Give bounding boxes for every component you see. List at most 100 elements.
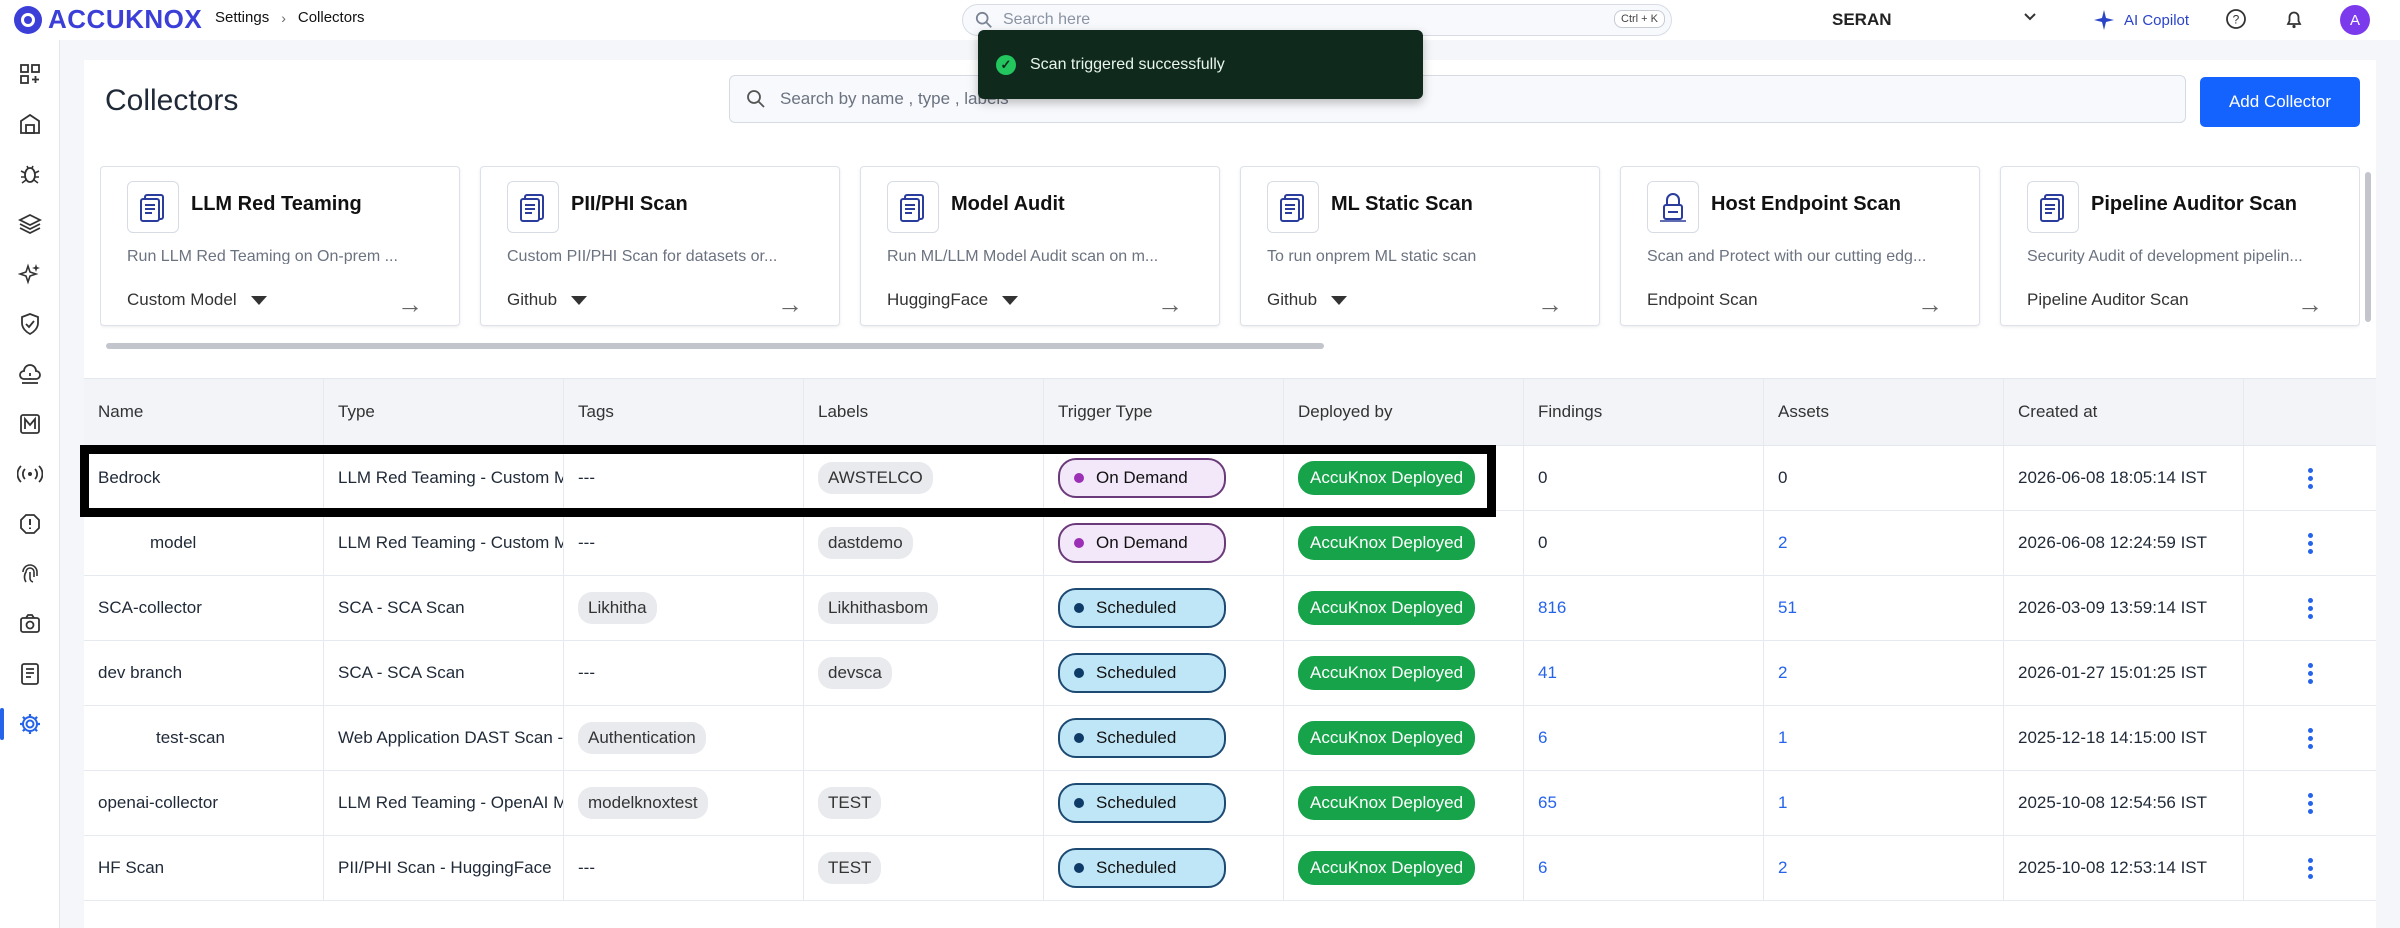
column-header-assets[interactable]: Assets <box>1764 379 2004 445</box>
card-source-select[interactable]: Custom Model <box>127 290 267 310</box>
card-pii-phi-scan[interactable]: PII/PHI Scan Custom PII/PHI Scan for dat… <box>480 166 840 326</box>
column-header-labels[interactable]: Labels <box>804 379 1044 445</box>
cell-deployed: AccuKnox Deployed <box>1284 446 1524 510</box>
cell-findings[interactable]: 816 <box>1524 576 1764 640</box>
cell-trigger: Scheduled <box>1044 706 1284 770</box>
cell-findings[interactable]: 6 <box>1524 836 1764 900</box>
scrollbar-thumb[interactable] <box>2365 172 2371 322</box>
card-host-endpoint-scan[interactable]: Host Endpoint Scan Scan and Protect with… <box>1620 166 1980 326</box>
card-select-value: Custom Model <box>127 290 237 309</box>
fingerprint-icon[interactable] <box>0 554 60 594</box>
carousel-scrollbar[interactable] <box>100 340 2360 352</box>
camera-icon[interactable] <box>0 604 60 644</box>
caret-down-icon <box>571 295 588 305</box>
column-header-findings[interactable]: Findings <box>1524 379 1764 445</box>
cell-assets[interactable]: 2 <box>1764 641 2004 705</box>
warning-icon[interactable] <box>0 504 60 544</box>
column-header-deployed-by[interactable]: Deployed by <box>1284 379 1524 445</box>
cell-labels: AWSTELCO <box>804 446 1044 510</box>
arrow-right-icon[interactable]: → <box>397 291 423 317</box>
cell-assets[interactable]: 1 <box>1764 706 2004 770</box>
card-source-select[interactable]: HuggingFace <box>887 290 1019 310</box>
bug-icon[interactable] <box>0 154 60 194</box>
table-row[interactable]: HF Scan PII/PHI Scan - HuggingFace --- T… <box>84 836 2376 901</box>
arrow-right-icon[interactable]: → <box>1157 291 1183 317</box>
report-icon[interactable] <box>0 654 60 694</box>
collector-search-input[interactable]: Search by name , type , labels <box>729 75 2186 123</box>
row-menu-button[interactable] <box>2244 511 2376 575</box>
cell-findings[interactable]: 41 <box>1524 641 1764 705</box>
trigger-label: Scheduled <box>1096 728 1177 747</box>
ai-copilot-button[interactable]: AI Copilot <box>2092 8 2189 32</box>
add-collector-button[interactable]: Add Collector <box>2200 77 2360 127</box>
card-llm-red-teaming[interactable]: LLM Red Teaming Run LLM Red Teaming on O… <box>100 166 460 326</box>
trigger-label: Scheduled <box>1096 858 1177 877</box>
document-icon <box>127 181 179 233</box>
label-chip: AWSTELCO <box>818 462 933 494</box>
cell-assets[interactable]: 2 <box>1764 511 2004 575</box>
accuknox-logo[interactable]: ACCUKNOX <box>14 4 202 35</box>
panel-scrollbar[interactable] <box>2364 170 2372 335</box>
column-header-name[interactable]: Name <box>84 379 324 445</box>
card-description: Custom PII/PHI Scan for datasets or... <box>507 248 778 264</box>
dashboard-icon[interactable] <box>0 54 60 94</box>
shield-check-icon[interactable] <box>0 304 60 344</box>
cell-name: SCA-collector <box>84 576 324 640</box>
table-row[interactable]: model LLM Red Teaming - Custom Mo --- da… <box>84 511 2376 576</box>
more-vertical-icon <box>2307 857 2313 879</box>
card-source-select[interactable]: Github <box>1267 290 1348 310</box>
layers-icon[interactable] <box>0 204 60 244</box>
chevron-down-icon[interactable] <box>2022 8 2038 29</box>
arrow-right-icon[interactable]: → <box>1917 291 1943 317</box>
cell-name: model <box>84 511 324 575</box>
arrow-right-icon[interactable]: → <box>1537 291 1563 317</box>
column-header-trigger-type[interactable]: Trigger Type <box>1044 379 1284 445</box>
card-source-select[interactable]: Github <box>507 290 588 310</box>
card-pipeline-auditor-scan[interactable]: Pipeline Auditor Scan Security Audit of … <box>2000 166 2360 326</box>
cell-assets[interactable]: 2 <box>1764 836 2004 900</box>
row-menu-button[interactable] <box>2244 446 2376 510</box>
cell-findings[interactable]: 6 <box>1524 706 1764 770</box>
arrow-right-icon[interactable]: → <box>777 291 803 317</box>
table-row[interactable]: openai-collector LLM Red Teaming - OpenA… <box>84 771 2376 836</box>
table-row[interactable]: test-scan Web Application DAST Scan - Au… <box>84 706 2376 771</box>
column-header-type[interactable]: Type <box>324 379 564 445</box>
avatar[interactable]: A <box>2340 5 2370 35</box>
row-menu-button[interactable] <box>2244 576 2376 640</box>
table-row[interactable]: Bedrock LLM Red Teaming - Custom Mo --- … <box>84 446 2376 511</box>
scrollbar-thumb[interactable] <box>106 343 1324 349</box>
column-header-tags[interactable]: Tags <box>564 379 804 445</box>
broadcast-icon[interactable] <box>0 454 60 494</box>
cell-name: Bedrock <box>84 446 324 510</box>
card-ml-static-scan[interactable]: ML Static Scan To run onprem ML static s… <box>1240 166 1600 326</box>
card-description: Run ML/LLM Model Audit scan on m... <box>887 248 1159 264</box>
table-row[interactable]: dev branch SCA - SCA Scan --- devsca Sch… <box>84 641 2376 706</box>
card-model-audit[interactable]: Model Audit Run ML/LLM Model Audit scan … <box>860 166 1220 326</box>
breadcrumb-collectors: Collectors <box>297 9 365 26</box>
row-menu-button[interactable] <box>2244 641 2376 705</box>
cell-findings[interactable]: 65 <box>1524 771 1764 835</box>
cell-type: Web Application DAST Scan - <box>324 706 564 770</box>
sparkles-icon[interactable] <box>0 254 60 294</box>
m-box-icon[interactable] <box>0 404 60 444</box>
inventory-icon[interactable] <box>0 104 60 144</box>
cell-labels: devsca <box>804 641 1044 705</box>
help-icon[interactable]: ? <box>2225 8 2247 30</box>
breadcrumb-settings[interactable]: Settings <box>215 9 269 26</box>
cloud-alert-icon[interactable] <box>0 354 60 394</box>
card-source-label: Pipeline Auditor Scan <box>2027 290 2189 310</box>
org-selector[interactable]: SERAN <box>1832 10 1892 30</box>
row-menu-button[interactable] <box>2244 706 2376 770</box>
tag-chip: Authentication <box>578 722 706 754</box>
cell-assets[interactable]: 1 <box>1764 771 2004 835</box>
trigger-badge: On Demand <box>1058 523 1226 563</box>
bell-icon[interactable] <box>2283 8 2305 30</box>
caret-down-icon <box>250 295 267 305</box>
row-menu-button[interactable] <box>2244 771 2376 835</box>
cell-assets[interactable]: 51 <box>1764 576 2004 640</box>
table-row[interactable]: SCA-collector SCA - SCA Scan Likhitha Li… <box>84 576 2376 641</box>
arrow-right-icon[interactable]: → <box>2297 291 2323 317</box>
row-menu-button[interactable] <box>2244 836 2376 900</box>
column-header-created-at[interactable]: Created at <box>2004 379 2244 445</box>
settings-icon[interactable] <box>0 704 60 744</box>
